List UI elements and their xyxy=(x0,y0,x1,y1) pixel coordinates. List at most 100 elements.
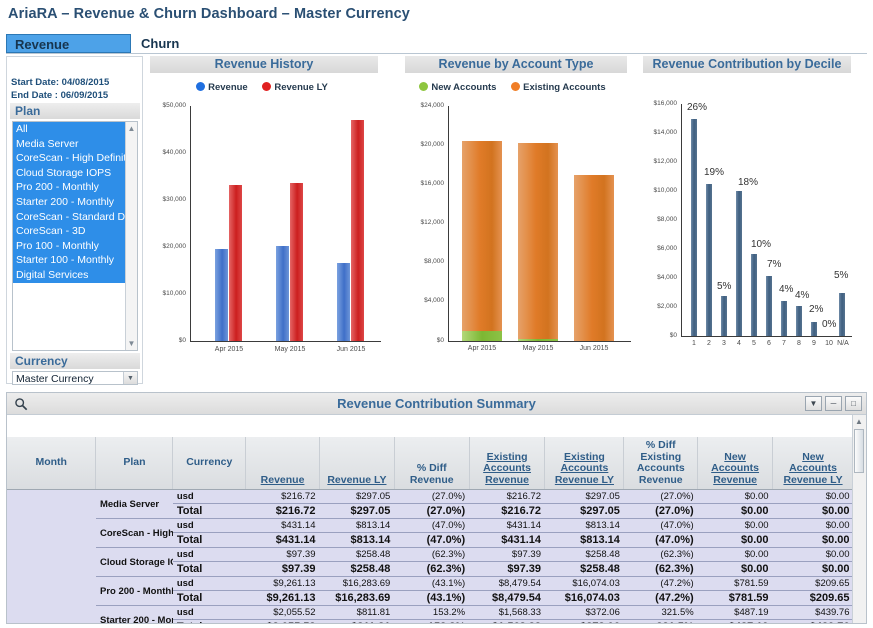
plan-option[interactable]: Starter 200 - Monthly xyxy=(13,194,137,210)
chevron-down-icon[interactable]: ▼ xyxy=(123,372,137,384)
x-tick: May 2015 xyxy=(274,346,306,353)
cell-currency: usd xyxy=(172,547,246,562)
cell-existing-revenue-ly: $372.06 xyxy=(544,619,624,623)
plan-option[interactable]: Digital Services xyxy=(13,267,137,283)
minimize-icon[interactable]: ─ xyxy=(825,396,842,411)
bar-revenue-ly-jun xyxy=(351,120,364,341)
plan-option[interactable]: All xyxy=(13,122,137,137)
plan-option[interactable]: Pro 100 - Monthly xyxy=(13,238,137,254)
y-tick: $2,000 xyxy=(657,303,677,310)
cell-revenue-ly: $16,283.69 xyxy=(319,590,395,606)
col-diff-existing-accounts-revenue[interactable]: % Diff Existing Accounts Revenue xyxy=(623,437,699,490)
y-tick: $16,000 xyxy=(420,180,445,187)
bar-revenue-apr xyxy=(215,249,228,341)
scrollbar-thumb[interactable] xyxy=(854,429,864,473)
x-tick: Apr 2015 xyxy=(467,345,497,352)
summary-window: Revenue Contribution Summary ▼ ─ □ Month… xyxy=(6,392,867,624)
cell-new-revenue: $0.00 xyxy=(697,518,773,533)
cell-revenue-ly: $813.14 xyxy=(319,532,395,548)
cell-currency: Total xyxy=(172,590,246,606)
table-row[interactable]: Cloud Storage IOPS usd $97.39 $258.48 (6… xyxy=(7,547,854,577)
cell-diff-existing-revenue: (47.0%) xyxy=(623,532,698,548)
bar-new-accounts-apr xyxy=(462,330,502,341)
dropdown-arrow-icon[interactable]: ▼ xyxy=(805,396,822,411)
table-header-row: Month Plan Currency Revenue Revenue LY %… xyxy=(7,437,854,490)
cell-revenue: $216.72 xyxy=(245,489,320,504)
cell-existing-revenue-ly: $813.14 xyxy=(544,518,624,533)
cell-diff-existing-revenue: 321.5% xyxy=(623,619,698,623)
col-revenue-ly[interactable]: Revenue LY xyxy=(319,437,395,490)
plan-listbox[interactable]: All Media Server CoreScan - High Definit… xyxy=(12,121,138,351)
cell-existing-revenue: $216.72 xyxy=(469,489,545,504)
data-label-decile-na: 5% xyxy=(834,270,849,281)
col-diff-revenue[interactable]: % Diff Revenue xyxy=(394,437,470,490)
data-label-decile-3: 5% xyxy=(717,281,732,292)
y-tick: $40,000 xyxy=(162,149,187,156)
bar-decile-8 xyxy=(796,306,802,336)
plan-option[interactable]: Cloud Storage IOPS xyxy=(13,165,137,181)
col-plan[interactable]: Plan xyxy=(95,437,174,490)
data-label-decile-10: 0% xyxy=(822,319,837,330)
cell-revenue-ly: $811.81 xyxy=(319,619,395,623)
tab-churn[interactable]: Churn xyxy=(133,34,223,53)
maximize-icon[interactable]: □ xyxy=(845,396,862,411)
cell-existing-revenue: $8,479.54 xyxy=(469,576,545,591)
cell-currency: Total xyxy=(172,503,246,519)
cell-plan: Media Server xyxy=(95,489,173,519)
y-tick: $6,000 xyxy=(657,245,677,252)
cell-new-revenue: $0.00 xyxy=(697,503,773,519)
end-date-label: End Date : 06/09/2015 xyxy=(11,90,109,101)
cell-currency: usd xyxy=(172,489,246,504)
col-new-accounts-revenue-ly[interactable]: New Accounts Revenue LY xyxy=(772,437,854,490)
cell-revenue: $2,055.52 xyxy=(245,605,320,620)
magnifier-icon[interactable] xyxy=(14,397,28,411)
plan-option[interactable]: Pro 200 - Monthly xyxy=(13,180,137,195)
data-label-decile-6: 7% xyxy=(767,259,782,270)
summary-table-scrollbar[interactable]: ▲ xyxy=(852,415,866,623)
chevron-up-icon[interactable]: ▲ xyxy=(855,417,863,426)
table-row[interactable]: Starter 200 - Monthly usd $2,055.52 $811… xyxy=(7,605,854,623)
cell-new-revenue-ly: $0.00 xyxy=(772,503,854,519)
cell-revenue: $9,261.13 xyxy=(245,576,320,591)
cell-diff-revenue: (43.1%) xyxy=(394,576,470,591)
plan-option[interactable]: Starter 100 - Monthly xyxy=(13,253,137,268)
table-row[interactable]: Pro 200 - Monthly usd $9,261.13 $16,283.… xyxy=(7,576,854,606)
x-tick: May 2015 xyxy=(522,345,554,352)
bar-decile-na xyxy=(839,293,845,336)
plan-option[interactable]: CoreScan - 3D xyxy=(13,224,137,239)
legend-swatch-revenue-ly xyxy=(262,82,272,91)
plan-option[interactable]: CoreScan - Standard De xyxy=(13,209,137,225)
bar-decile-9 xyxy=(811,322,817,336)
data-label-decile-5: 10% xyxy=(751,239,772,250)
cell-new-revenue: $0.00 xyxy=(697,532,773,548)
currency-select[interactable]: Master Currency ▼ xyxy=(12,371,138,385)
table-row[interactable]: 4/1/2015 Media Server usd $216.72 $297.0… xyxy=(7,489,854,623)
col-existing-accounts-revenue[interactable]: Existing Accounts Revenue xyxy=(469,437,546,490)
cell-currency: usd xyxy=(172,576,246,591)
cell-new-revenue-ly: $0.00 xyxy=(772,561,854,577)
y-tick: $20,000 xyxy=(162,243,187,250)
cell-existing-revenue-ly: $297.05 xyxy=(544,489,624,504)
cell-existing-revenue-ly: $16,074.03 xyxy=(544,576,624,591)
legend-swatch-revenue xyxy=(196,82,206,91)
bar-decile-1 xyxy=(691,119,697,336)
col-currency[interactable]: Currency xyxy=(172,437,247,490)
cell-revenue-ly: $813.14 xyxy=(319,518,395,533)
cell-existing-revenue: $1,568.33 xyxy=(469,605,545,620)
table-row[interactable]: CoreScan - High Definition usd $431.14 $… xyxy=(7,518,854,548)
plan-option[interactable]: Media Server xyxy=(13,136,137,152)
col-month[interactable]: Month xyxy=(7,437,97,490)
cell-existing-revenue-ly: $372.06 xyxy=(544,605,624,620)
legend-label-revenue-ly: Revenue LY xyxy=(274,82,328,93)
cell-revenue-ly: $297.05 xyxy=(319,503,395,519)
plan-listbox-scrollbar[interactable]: ▲ ▼ xyxy=(125,122,137,350)
cell-revenue-ly: $16,283.69 xyxy=(319,576,395,591)
col-existing-accounts-revenue-ly[interactable]: Existing Accounts Revenue LY xyxy=(544,437,625,490)
col-new-accounts-revenue[interactable]: New Accounts Revenue xyxy=(697,437,774,490)
plan-option[interactable]: CoreScan - High Definiti xyxy=(13,151,137,166)
tab-revenue[interactable]: Revenue xyxy=(6,34,131,53)
chevron-up-icon[interactable]: ▲ xyxy=(127,124,136,133)
col-revenue[interactable]: Revenue xyxy=(245,437,320,490)
cell-diff-existing-revenue: 321.5% xyxy=(623,605,698,620)
cell-new-revenue-ly: $209.65 xyxy=(772,576,854,591)
